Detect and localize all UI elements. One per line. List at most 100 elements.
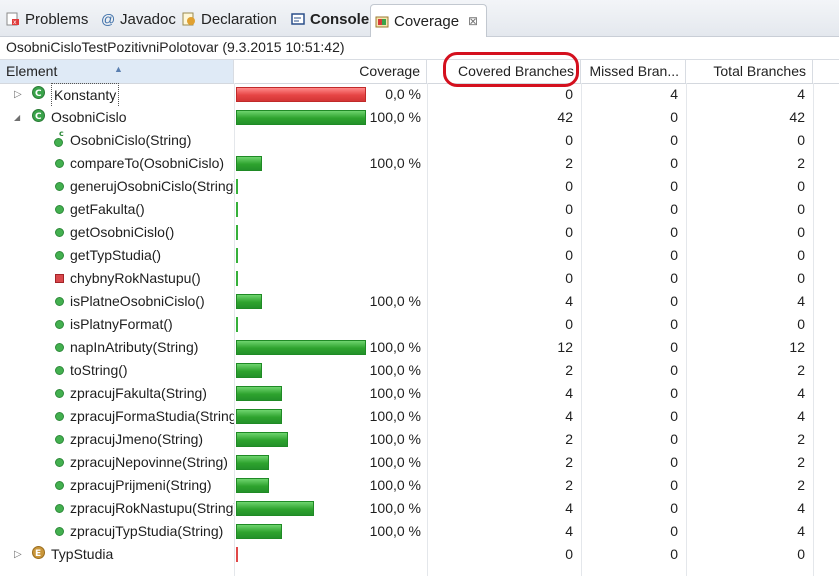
table-row[interactable]: toString() 100,0 % 2 0 2 [0, 359, 839, 382]
column-header-label: Element [6, 63, 58, 79]
total-branches-cell: 4 [797, 86, 805, 102]
tab-coverage[interactable]: Coverage ⊠ [370, 4, 488, 37]
total-branches-cell: 0 [797, 546, 805, 562]
total-branches-cell: 42 [789, 109, 805, 125]
element-cell: ▷ TypStudia [0, 543, 234, 566]
console-icon [291, 12, 305, 26]
table-row[interactable]: zpracujRokNastupu(String) 100,0 % 4 0 4 [0, 497, 839, 520]
covered-branches-cell: 4 [565, 293, 573, 309]
covered-branches-cell: 4 [565, 523, 573, 539]
table-row[interactable]: ▷Konstanty0,0 %044 [0, 83, 839, 106]
table-row[interactable]: isPlatneOsobniCislo() 100,0 % 4 0 4 [0, 290, 839, 313]
table-row[interactable]: zpracujNepovinne(String) 100,0 % 2 0 2 [0, 451, 839, 474]
column-header-total-branches[interactable]: Total Branches [686, 60, 813, 83]
element-name: compareTo(OsobniCislo) [70, 155, 225, 171]
collapsed-twisty-icon[interactable]: ▷ [14, 543, 22, 566]
table-row[interactable]: zpracujTypStudia(String) 100,0 % 4 0 4 [0, 520, 839, 543]
table-row[interactable]: napInAtributy(String) 100,0 % 12 0 12 [0, 336, 839, 359]
table-row[interactable]: getFakulta() 0 0 0 [0, 198, 839, 221]
table-row[interactable]: getTypStudia() 0 0 0 [0, 244, 839, 267]
column-header-missed-branches[interactable]: Missed Bran... [581, 60, 686, 83]
missed-branches-cell: 0 [670, 431, 678, 447]
element-cell: napInAtributy(String) [0, 336, 234, 359]
missed-branches-cell: 0 [670, 500, 678, 516]
table-row[interactable]: compareTo(OsobniCislo) 100,0 % 2 0 2 [0, 152, 839, 175]
total-branches-cell: 4 [797, 293, 805, 309]
element-cell: isPlatneOsobniCislo() [0, 290, 234, 313]
missed-branches-cell: 0 [670, 109, 678, 125]
tab-declaration[interactable]: Declaration [182, 6, 277, 32]
table-row[interactable]: zpracujJmeno(String) 100,0 % 2 0 2 [0, 428, 839, 451]
element-cell: toString() [0, 359, 234, 382]
coverage-percent: 100,0 % [369, 477, 421, 493]
covered-branches-cell: 2 [565, 477, 573, 493]
coverage-cell [234, 198, 427, 221]
element-name: zpracujNepovinne(String) [70, 454, 228, 470]
coverage-bar [236, 340, 366, 355]
table-row[interactable]: ▷ TypStudia 0 0 0 [0, 543, 839, 566]
table-row[interactable]: chybnyRokNastupu() 0 0 0 [0, 267, 839, 290]
coverage-cell: 100,0 % [234, 336, 427, 359]
coverage-bar [236, 455, 269, 470]
close-icon[interactable]: ⊠ [468, 14, 478, 28]
coverage-icon [375, 14, 389, 28]
coverage-percent: 100,0 % [369, 454, 421, 470]
coverage-percent: 100,0 % [369, 339, 421, 355]
tab-label: Problems [25, 10, 89, 28]
public-method-icon [55, 343, 64, 352]
expanded-twisty-icon[interactable]: ◢ [14, 106, 20, 129]
missed-branches-cell: 0 [670, 270, 678, 286]
collapsed-twisty-icon[interactable]: ▷ [14, 83, 22, 106]
public-method-icon [55, 182, 64, 191]
table-row[interactable]: ◢ OsobniCislo 100,0 % 42 0 42 [0, 106, 839, 129]
coverage-percent: 100,0 % [369, 431, 421, 447]
element-name: zpracujPrijmeni(String) [70, 477, 212, 493]
coverage-bar [236, 202, 238, 217]
view-tab-bar: x Problems @ Javadoc Declaration Console… [0, 0, 839, 37]
missed-branches-cell: 0 [670, 132, 678, 148]
table-row[interactable]: c OsobniCislo(String) 0 0 0 [0, 129, 839, 152]
coverage-cell: 100,0 % [234, 290, 427, 313]
covered-branches-cell: 42 [557, 109, 573, 125]
column-header-coverage[interactable]: Coverage [234, 60, 427, 83]
tab-problems[interactable]: x Problems [6, 6, 88, 32]
total-branches-cell: 2 [797, 431, 805, 447]
javadoc-icon: @ [101, 11, 116, 27]
public-method-icon [55, 205, 64, 214]
total-branches-cell: 0 [797, 224, 805, 240]
missed-branches-cell: 0 [670, 408, 678, 424]
sort-ascending-icon: ▲ [114, 64, 123, 74]
coverage-cell [234, 221, 427, 244]
class-icon [32, 106, 45, 129]
element-name: zpracujTypStudia(String) [70, 523, 224, 539]
tab-console[interactable]: Console [291, 6, 369, 32]
coverage-bar [236, 225, 238, 240]
table-row[interactable]: isPlatnyFormat() 0 0 0 [0, 313, 839, 336]
covered-branches-cell: 0 [565, 178, 573, 194]
total-branches-cell: 4 [797, 523, 805, 539]
table-row[interactable]: zpracujFormaStudia(String) 100,0 % 4 0 4 [0, 405, 839, 428]
constructor-icon [54, 138, 63, 147]
total-branches-cell: 12 [789, 339, 805, 355]
coverage-bar [236, 501, 314, 516]
tab-javadoc[interactable]: @ Javadoc [101, 6, 176, 32]
coverage-bar [236, 156, 262, 171]
missed-branches-cell: 0 [670, 385, 678, 401]
public-method-icon [55, 320, 64, 329]
covered-branches-cell: 2 [565, 431, 573, 447]
tab-label: Console [310, 10, 370, 28]
missed-branches-cell: 0 [670, 201, 678, 217]
table-row[interactable]: generujOsobniCislo(String) 0 0 0 [0, 175, 839, 198]
table-row[interactable]: getOsobniCislo() 0 0 0 [0, 221, 839, 244]
missed-branches-cell: 0 [670, 523, 678, 539]
total-branches-cell: 4 [797, 500, 805, 516]
table-row[interactable]: zpracujFakulta(String) 100,0 % 4 0 4 [0, 382, 839, 405]
missed-branches-cell: 0 [670, 546, 678, 562]
public-method-icon [55, 251, 64, 260]
table-row[interactable]: zpracujPrijmeni(String) 100,0 % 2 0 2 [0, 474, 839, 497]
element-cell: zpracujPrijmeni(String) [0, 474, 234, 497]
coverage-percent: 100,0 % [369, 109, 421, 125]
element-cell: zpracujTypStudia(String) [0, 520, 234, 543]
column-header-element[interactable]: Element ▲ [0, 60, 234, 83]
covered-branches-cell: 4 [565, 408, 573, 424]
